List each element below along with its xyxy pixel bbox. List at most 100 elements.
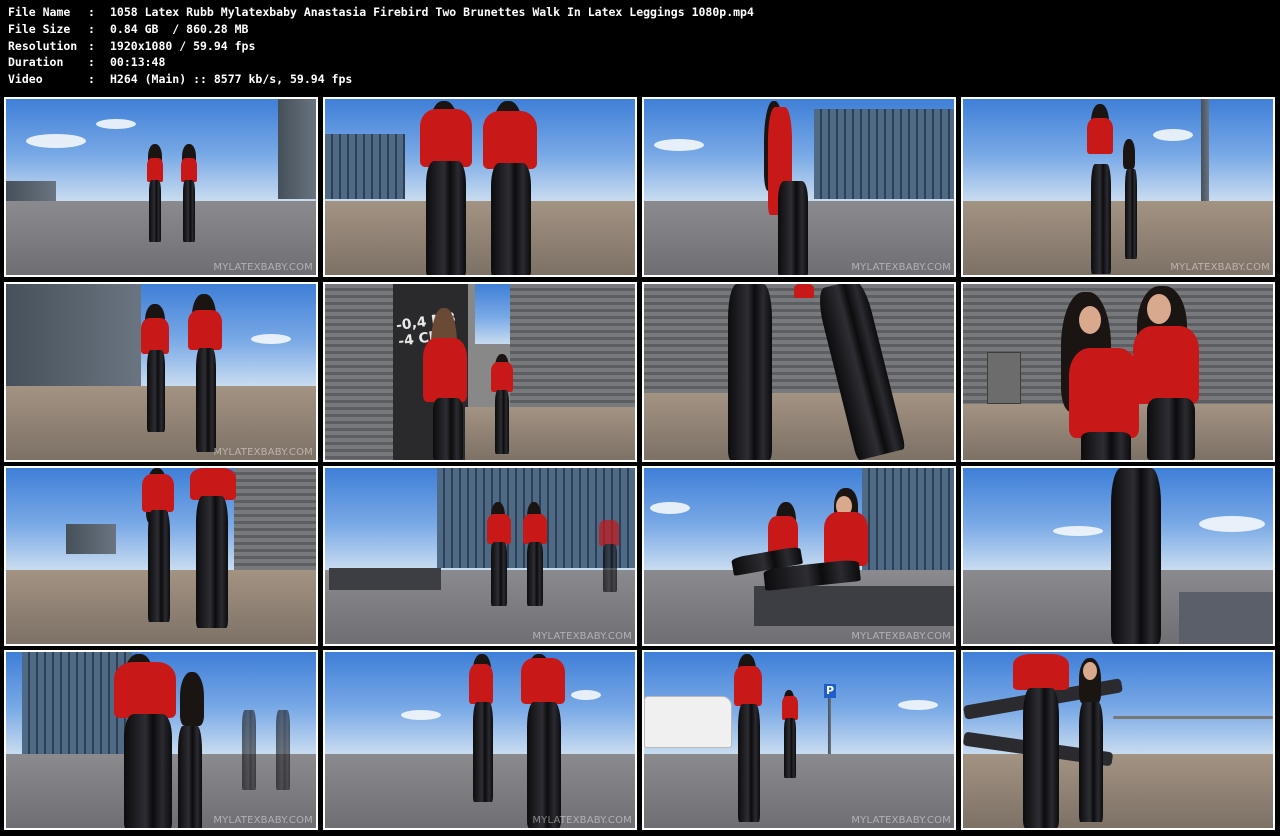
thumbnail-image: MYLATEXBABY.COM [6,284,316,460]
latex-leggings [1023,688,1059,828]
latex-leggings [527,702,561,828]
cloud [26,134,86,148]
sky [475,284,515,344]
latex-leggings [527,542,543,606]
latex-leggings [148,510,170,622]
thumbnail-7[interactable] [642,282,956,462]
thumbnail-13[interactable]: MYLATEXBABY.COM [4,650,318,830]
thumbnail-10[interactable]: MYLATEXBABY.COM [323,466,637,646]
glass-building [325,134,405,199]
red-jacket [147,158,163,182]
red-jacket [521,658,565,704]
info-separator: : [88,5,95,19]
sign-pole [828,698,831,754]
pavement [465,407,635,460]
info-row-duration: Duration : 00:13:48 [8,54,1272,71]
hair [1123,139,1135,169]
thumbnail-16[interactable] [961,650,1275,830]
parking-sign: P [824,684,836,698]
info-label: File Size [8,21,71,36]
info-row-video: Video : H264 (Main) :: 8577 kb/s, 59.94 … [8,71,1272,88]
red-jacket [734,666,762,706]
red-jacket [491,362,513,392]
thumbnail-5[interactable]: MYLATEXBABY.COM [4,282,318,462]
thumbnail-image: MYLATEXBABY.COM [325,652,635,828]
cloud [1053,526,1103,536]
latex-leggings [124,714,172,828]
red-jacket [794,284,814,298]
bench [329,568,441,590]
latex-leggings [1079,702,1103,822]
cloud [251,334,291,344]
thumbnail-image: MYLATEXBABY.COM [963,99,1273,275]
info-label: File Name [8,5,71,19]
info-row-resolution: Resolution : 1920x1080 / 59.94 fps [8,38,1272,55]
thumbnail-15[interactable]: P MYLATEXBABY.COM [642,650,956,830]
latex-leggings [491,163,531,275]
red-jacket [423,338,467,402]
thumbnail-image [644,284,954,460]
watermark: MYLATEXBABY.COM [213,262,313,273]
building [66,524,116,554]
info-label: Resolution [8,38,78,53]
latex-leggings [603,544,617,592]
watermark: MYLATEXBABY.COM [532,631,632,642]
thumbnail-3[interactable]: MYLATEXBABY.COM [642,97,956,277]
red-jacket [1087,118,1113,154]
red-jacket [142,474,174,512]
latex-leggings [473,702,493,802]
face [1147,294,1171,324]
thumbnail-14[interactable]: MYLATEXBABY.COM [323,650,637,830]
planter [1179,592,1273,644]
thumbnail-image: MYLATEXBABY.COM [6,652,316,828]
video-codec-value: H264 (Main) :: 8577 kb/s, 59.94 fps [110,72,353,87]
thumbnail-4[interactable]: MYLATEXBABY.COM [961,97,1275,277]
watermark: MYLATEXBABY.COM [851,262,951,273]
thumbnail-image: MYLATEXBABY.COM [644,99,954,275]
thumbnail-8[interactable] [961,282,1275,462]
thumbnail-9[interactable] [4,466,318,646]
cloud [650,502,690,514]
latex-leggings [1091,164,1111,274]
face [1079,306,1101,334]
thumbnail-image: P MYLATEXBABY.COM [644,652,954,828]
thumbnail-1[interactable]: MYLATEXBABY.COM [4,97,318,277]
thumbnail-12[interactable] [961,466,1275,646]
pavement [644,393,954,460]
latex-leggings [1081,432,1131,460]
cloud [1153,129,1193,141]
glass-building [862,468,954,578]
metal-door [987,352,1021,404]
cloud [898,700,938,710]
watermark: MYLATEXBABY.COM [213,815,313,826]
thumbnail-image: MYLATEXBABY.COM [325,468,635,644]
red-jacket [469,664,493,704]
thumbnail-11[interactable]: MYLATEXBABY.COM [642,466,956,646]
latex-leggings [426,161,466,275]
latex-leggings [433,398,463,460]
red-jacket [114,662,176,718]
cloud [401,710,441,720]
watermark: MYLATEXBABY.COM [532,815,632,826]
thumbnail-6[interactable]: -0,4 MB -4 CE [323,282,637,462]
thumbnail-image [325,99,635,275]
latex-leggings [196,496,228,628]
watermark: MYLATEXBABY.COM [1170,262,1270,273]
file-name-value: 1058 Latex Rubb Mylatexbaby Anastasia Fi… [110,5,754,19]
file-info-header: File Name : 1058 Latex Rubb Mylatexbaby … [8,4,1272,88]
face [1083,662,1097,680]
latex-leggings [149,180,161,242]
red-jacket [141,318,169,354]
thumbnail-image: MYLATEXBABY.COM [6,99,316,275]
latex-leggings [1125,169,1137,259]
sky [963,99,1273,202]
cloud [654,139,704,151]
watermark: MYLATEXBABY.COM [851,815,951,826]
bench [754,586,954,626]
duration-value: 00:13:48 [110,55,166,70]
red-jacket [824,512,868,566]
red-jacket [1013,654,1069,690]
info-label: Duration [8,55,64,70]
thumbnail-2[interactable] [323,97,637,277]
cloud [96,119,136,129]
